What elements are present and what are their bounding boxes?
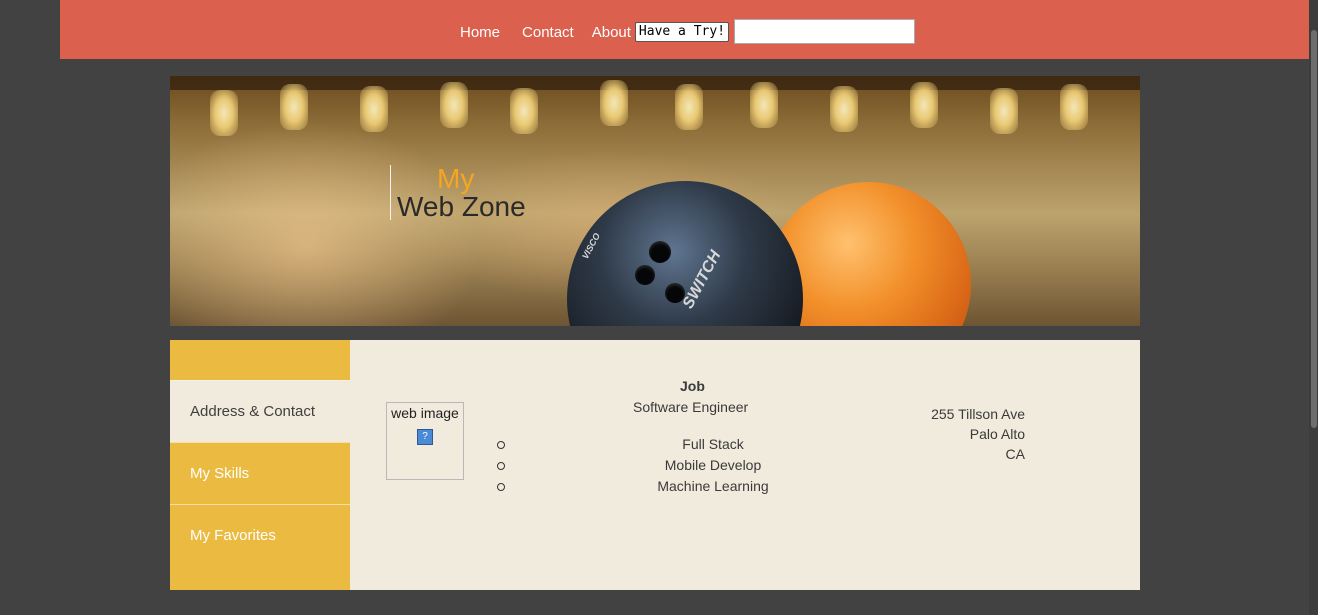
pin-light xyxy=(360,86,388,132)
pin-light xyxy=(675,84,703,130)
broken-image-icon: ? xyxy=(417,429,433,445)
dark-bowling-ball: SWITCH VISCO xyxy=(567,181,803,326)
skill-label: Full Stack xyxy=(682,436,744,452)
pin-light xyxy=(750,82,778,128)
ball-logo-text: SWITCH xyxy=(679,247,725,312)
nav-about-link[interactable]: About xyxy=(592,24,631,41)
nav-contact-link[interactable]: Contact xyxy=(522,24,574,41)
list-item: Full Stack xyxy=(497,436,757,457)
sidebar-item-my-skills[interactable]: My Skills xyxy=(170,442,350,504)
sidebar: Address & Contact My Skills My Favorites xyxy=(170,340,350,590)
pin-light xyxy=(990,88,1018,134)
skill-label: Mobile Develop xyxy=(664,457,762,473)
site-title-web-zone: Web Zone xyxy=(397,191,526,222)
pin-light xyxy=(1060,84,1088,130)
list-item: Machine Learning xyxy=(497,478,769,499)
skill-label: Machine Learning xyxy=(657,478,769,494)
pin-light xyxy=(280,84,308,130)
pin-light xyxy=(910,82,938,128)
web-image-placeholder: web image ? xyxy=(386,402,464,480)
address-block: 255 Tillson Ave Palo Alto CA xyxy=(890,404,1025,464)
content-panel: Address & Contact My Skills My Favorites… xyxy=(170,340,1140,590)
job-value: Software Engineer xyxy=(633,399,749,415)
pin-light xyxy=(210,90,238,136)
skills-list: Full Stack Mobile Develop Machine Learni… xyxy=(497,436,769,499)
ball-brand-text: VISCO xyxy=(580,231,602,261)
address-line-state: CA xyxy=(1005,446,1025,462)
have-a-try-button[interactable]: Have a Try! xyxy=(634,21,730,42)
pin-light xyxy=(440,82,468,128)
sidebar-item-address-contact[interactable]: Address & Contact xyxy=(170,380,350,442)
pin-light xyxy=(600,80,628,126)
job-label: Job xyxy=(680,378,705,394)
pin-light xyxy=(830,86,858,132)
finger-hole xyxy=(649,241,671,263)
search-input[interactable] xyxy=(734,19,916,44)
hero-lane-shadow xyxy=(170,76,1140,90)
address-line-city: Palo Alto xyxy=(969,426,1025,442)
finger-hole xyxy=(635,265,655,285)
image-alt-text: web image xyxy=(391,405,459,421)
list-item: Mobile Develop xyxy=(497,457,761,478)
scrollbar-thumb[interactable] xyxy=(1311,30,1317,428)
site-title: My Web Zone xyxy=(390,163,526,222)
nav-home-link[interactable]: Home xyxy=(460,24,500,41)
sidebar-item-my-favorites[interactable]: My Favorites xyxy=(170,504,350,566)
top-navigation-bar: Home Contact About Have a Try! xyxy=(60,0,1309,59)
nav-menu: Home Contact About Have a Try! xyxy=(460,19,916,45)
address-line-street: 255 Tillson Ave xyxy=(931,406,1025,422)
site-title-my: My xyxy=(437,163,475,194)
pin-light xyxy=(510,88,538,134)
hero-banner: SWITCH VISCO My Web Zone xyxy=(170,76,1140,326)
